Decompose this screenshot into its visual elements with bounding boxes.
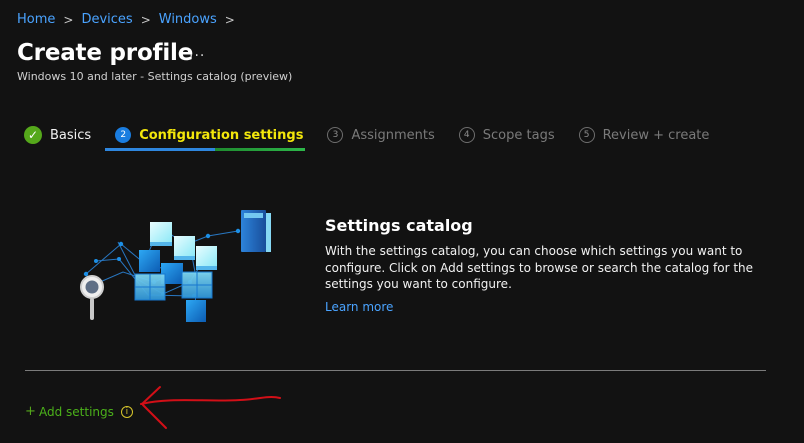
- catalog-title: Settings catalog: [325, 216, 473, 235]
- chevron-right-icon: >: [63, 13, 74, 27]
- tab-basics[interactable]: ✓ Basics: [24, 123, 91, 147]
- learn-more-link[interactable]: Learn more: [325, 299, 393, 315]
- tab-scope-tags-label: Scope tags: [482, 127, 555, 143]
- checkmark-icon: ✓: [24, 126, 42, 144]
- tab-configuration-settings[interactable]: 2 Configuration settings: [105, 123, 306, 151]
- tab-configuration-settings-label: Configuration settings: [139, 127, 304, 143]
- tab-assignments[interactable]: 3 Assignments: [327, 123, 435, 147]
- breadcrumb: Home > Devices > Windows >: [17, 12, 237, 28]
- tab-review-create-label: Review + create: [602, 127, 710, 143]
- breadcrumb-windows[interactable]: Windows: [159, 12, 217, 28]
- section-divider: [25, 370, 766, 371]
- tab-review-create[interactable]: 5 Review + create: [578, 123, 710, 147]
- add-settings-button[interactable]: + Add settings i: [25, 403, 133, 421]
- magnifier-icon: [80, 275, 104, 320]
- info-icon[interactable]: i: [120, 406, 133, 418]
- tab-basics-label: Basics: [50, 127, 92, 143]
- add-settings-label: Add settings: [39, 405, 114, 419]
- tab-assignments-label: Assignments: [351, 127, 435, 143]
- create-profile-page: Home > Devices > Windows > Create profil…: [0, 0, 804, 443]
- plus-icon: +: [25, 404, 36, 419]
- tab-scope-tags[interactable]: 4 Scope tags: [458, 123, 555, 147]
- wizard-tabs: ✓ Basics 2 Configuration settings 3 Assi…: [24, 121, 733, 151]
- chevron-right-icon: >: [140, 13, 151, 27]
- breadcrumb-devices[interactable]: Devices: [81, 12, 132, 28]
- breadcrumb-home[interactable]: Home: [17, 12, 55, 28]
- more-horizontal-icon[interactable]: ...: [189, 44, 205, 60]
- page-title: Create profile: [17, 40, 194, 66]
- page-subtitle: Windows 10 and later - Settings catalog …: [17, 70, 293, 83]
- step-3-icon: 3: [327, 127, 344, 143]
- red-arrow-annotation: [140, 386, 281, 429]
- step-2-icon: 2: [115, 127, 132, 143]
- settings-catalog-illustration: [80, 210, 271, 322]
- chevron-right-icon: >: [224, 13, 235, 27]
- step-5-icon: 5: [578, 127, 595, 143]
- catalog-description: With the settings catalog, you can choos…: [325, 244, 754, 291]
- step-4-icon: 4: [458, 127, 475, 143]
- book-icon: [241, 210, 271, 252]
